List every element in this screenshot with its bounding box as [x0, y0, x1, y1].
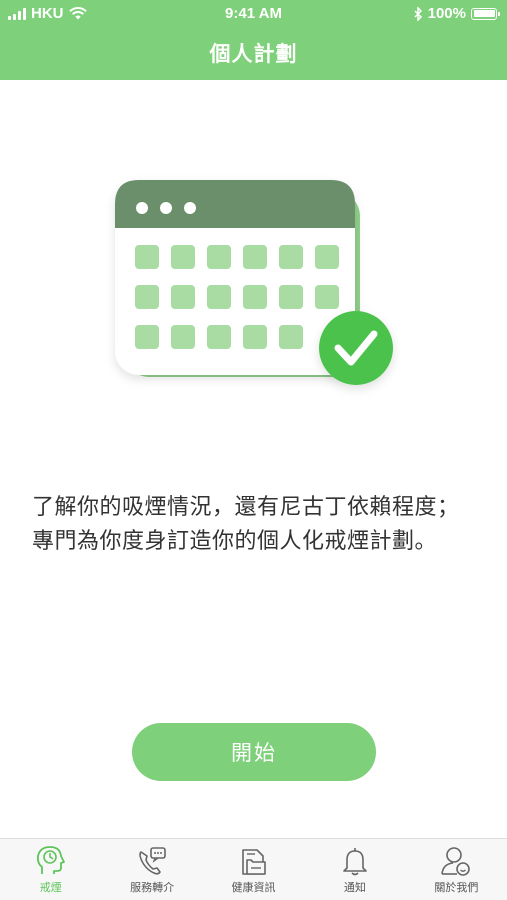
document-folder-icon	[241, 849, 266, 875]
plan-description: 了解你的吸煙情況，還有尼古丁依賴程度；專門為你度身訂造你的個人化戒煙計劃。	[32, 494, 460, 553]
phone-chat-icon	[139, 847, 166, 875]
tab-about-us[interactable]: 關於我們	[406, 839, 507, 900]
head-clock-icon	[36, 846, 65, 874]
header-bar: HKU 9:41 AM 100% 個人計劃	[0, 0, 507, 80]
tab-label: 健康資訊	[231, 882, 276, 894]
tab-label: 關於我們	[434, 882, 479, 894]
person-smile-icon	[441, 847, 471, 876]
calendar-check-illustration	[115, 180, 393, 385]
tab-notifications[interactable]: 通知	[304, 839, 405, 900]
battery-percent: 100%	[427, 5, 466, 22]
bottom-tab-bar: 戒煙 服務轉介 健康資訊 通知 關於我們	[0, 838, 507, 900]
start-button[interactable]: 開始	[132, 723, 376, 781]
tab-label: 通知	[343, 882, 366, 894]
page-title: 個人計劃	[209, 43, 298, 66]
tab-label: 服務轉介	[130, 882, 175, 894]
tab-service-referral[interactable]: 服務轉介	[101, 839, 202, 900]
battery-icon	[471, 7, 500, 20]
tab-label: 戒煙	[39, 882, 62, 894]
tab-health-info[interactable]: 健康資訊	[203, 839, 304, 900]
tab-quit-smoking[interactable]: 戒煙	[0, 839, 101, 900]
checkmark-badge-icon	[319, 311, 393, 385]
bluetooth-icon	[414, 6, 422, 21]
status-bar: HKU 9:41 AM 100%	[0, 0, 507, 28]
bell-icon	[343, 848, 367, 876]
